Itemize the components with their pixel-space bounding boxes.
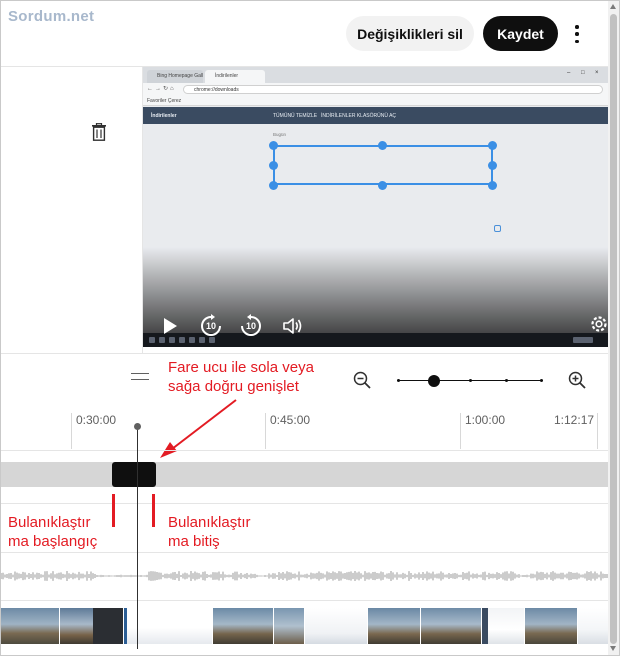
timeline-tick-line: [460, 413, 461, 449]
divider: [1, 503, 608, 504]
blur-start-marker: [112, 494, 115, 527]
audio-waveform: [1, 571, 608, 581]
timeline-tick-line: [71, 413, 72, 449]
video-thumbnail: [93, 608, 123, 644]
blur-segment[interactable]: [112, 462, 156, 487]
timeline-tick-label: 1:12:17: [554, 413, 595, 427]
hint-arrow: [160, 399, 237, 458]
annotation-line: Bulanıklaştır: [8, 514, 91, 531]
video-thumbnail-strip[interactable]: [1, 608, 608, 644]
timeline-tick-label: 1:00:00: [465, 413, 506, 427]
annotation-line: ma başlangıç: [8, 533, 98, 550]
video-thumbnail: [274, 608, 304, 644]
divider: [1, 600, 608, 601]
video-thumbnail: [525, 608, 577, 644]
annotation-line: Bulanıklaştır: [168, 514, 251, 531]
video-thumbnail: [305, 608, 367, 644]
timeline-tick-label: 0:30:00: [76, 413, 117, 427]
video-thumbnail: [368, 608, 420, 644]
video-thumbnail: [60, 608, 93, 644]
divider: [1, 552, 608, 553]
blur-start-annotation: Bulanıklaştır ma başlangıç: [8, 513, 97, 551]
playhead-handle[interactable]: [134, 423, 141, 430]
timeline-tick-line: [265, 413, 266, 449]
video-thumbnail: [578, 608, 608, 644]
video-thumbnail: [213, 608, 273, 644]
timeline-tick-label: 0:45:00: [270, 413, 311, 427]
divider: [1, 450, 608, 451]
timeline-tick-line: [597, 413, 598, 449]
blur-track[interactable]: [1, 462, 608, 487]
video-thumbnail: [421, 608, 481, 644]
playhead[interactable]: [137, 427, 138, 649]
video-thumbnail: [1, 608, 59, 644]
blur-end-annotation: Bulanıklaştır ma bitiş: [168, 513, 251, 551]
video-thumbnail: [482, 608, 524, 644]
annotation-line: ma bitiş: [168, 533, 220, 550]
blur-end-marker: [152, 494, 155, 527]
